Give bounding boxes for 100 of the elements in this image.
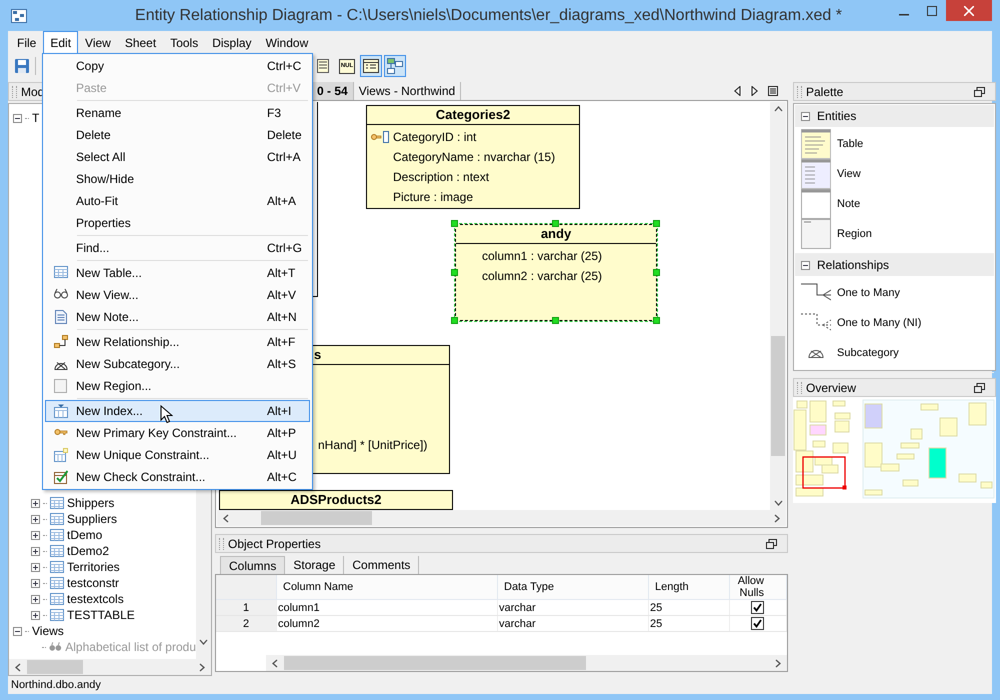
scroll-right-icon[interactable] <box>775 658 781 668</box>
expand-icon[interactable] <box>31 594 40 604</box>
expand-icon[interactable] <box>31 498 40 508</box>
menu-item[interactable]: File <box>10 31 44 53</box>
resize-handle[interactable] <box>451 220 458 227</box>
palette-item[interactable]: Table <box>837 138 864 150</box>
restore-icon[interactable] <box>766 538 777 548</box>
resize-handle[interactable] <box>451 268 458 276</box>
collapse-icon[interactable] <box>13 626 22 636</box>
palette-item[interactable]: View <box>837 168 861 180</box>
connector-icon <box>54 335 68 349</box>
menu-item[interactable]: Display <box>205 31 259 53</box>
scroll-left-icon[interactable] <box>15 662 21 672</box>
entity-box[interactable]: andy column1 : varchar (25) column2 : varchar (25) <box>455 224 657 321</box>
diagram-icon <box>387 58 403 74</box>
expand-icon[interactable] <box>31 530 40 540</box>
menu-item[interactable]: Sheet <box>118 31 164 53</box>
next-icon[interactable] <box>751 86 758 96</box>
scroll-up-icon[interactable] <box>774 106 782 112</box>
resize-handle[interactable] <box>653 220 660 227</box>
table-button[interactable] <box>360 55 382 77</box>
menu-item[interactable]: Delete Delete <box>45 124 310 146</box>
table-icon <box>50 545 64 557</box>
menu-item[interactable]: Rename F3 <box>45 102 310 124</box>
menu-item[interactable]: New Table... Alt+T <box>45 262 310 284</box>
previous-icon[interactable] <box>734 86 741 96</box>
tree-item[interactable]: Shippers <box>67 496 114 510</box>
tree-item[interactable]: Suppliers <box>67 512 118 526</box>
menu-item[interactable]: Copy Ctrl+C <box>45 55 310 77</box>
menu-item[interactable]: Edit <box>43 31 78 53</box>
tree-item[interactable]: tDemo2 <box>67 544 110 558</box>
scroll-left-icon[interactable] <box>223 514 229 522</box>
entity-box[interactable]: ADSProducts2 <box>219 490 453 510</box>
palette-item[interactable]: Subcategory <box>837 347 899 359</box>
scroll-down-icon[interactable] <box>774 500 782 506</box>
list-icon <box>315 58 331 74</box>
scroll-right-icon[interactable] <box>774 514 780 522</box>
column-header[interactable]: Length <box>648 575 730 600</box>
close-icon <box>964 6 974 16</box>
palette-item[interactable]: One to Many (NI) <box>837 317 922 329</box>
menu-item[interactable]: View <box>78 31 118 53</box>
palette-item[interactable]: One to Many <box>837 287 900 299</box>
column-header[interactable]: Data Type <box>498 575 648 600</box>
menu-item[interactable]: New Index... Alt+I <box>45 400 310 422</box>
menu-item[interactable]: New View... Alt+V <box>45 284 310 306</box>
menu-item[interactable]: Properties <box>45 212 310 234</box>
column-header[interactable]: Allow Nulls <box>730 575 786 600</box>
close-button[interactable] <box>946 0 992 21</box>
tree-item[interactable]: testextcols <box>67 592 124 606</box>
expand-icon[interactable] <box>31 514 40 524</box>
expand-icon[interactable] <box>31 546 40 556</box>
collapse-icon[interactable] <box>801 260 810 270</box>
menu-item[interactable]: Tools <box>163 31 206 53</box>
tree-item[interactable]: testconstr <box>67 576 120 590</box>
tree-item[interactable]: tDemo <box>67 528 102 542</box>
tree-item[interactable]: Views <box>32 624 64 638</box>
column-header[interactable]: Column Name <box>276 575 498 600</box>
tree-item[interactable]: T <box>32 111 40 125</box>
menu-item[interactable]: Select All Ctrl+A <box>45 146 310 168</box>
scroll-left-icon[interactable] <box>272 658 278 668</box>
diagram-button[interactable] <box>384 55 406 77</box>
tab[interactable]: Columns <box>220 556 286 574</box>
row-number: 1 <box>216 600 276 616</box>
menu-item[interactable]: Show/Hide <box>45 168 310 190</box>
resize-handle[interactable] <box>552 220 559 227</box>
tree-item[interactable]: TESTTABLE <box>67 608 135 622</box>
entity-title: Categories2 <box>367 106 579 125</box>
expand-icon[interactable] <box>31 578 40 588</box>
scroll-right-icon[interactable] <box>199 662 205 672</box>
region-icon <box>54 379 68 393</box>
table-icon <box>50 497 64 509</box>
entity-box[interactable]: Categories2 CategoryID : int CategoryName : nvarchar (15) Description : ntext Picture : image <box>366 105 580 209</box>
scrollbar[interactable] <box>266 655 787 671</box>
expand-icon[interactable] <box>31 610 40 620</box>
checkbox[interactable] <box>751 601 764 614</box>
menu-item[interactable]: New Note... Alt+N <box>45 306 310 328</box>
group-header[interactable]: Entities <box>817 109 856 123</box>
collapse-icon[interactable] <box>13 114 22 122</box>
scroll-down-icon[interactable] <box>199 639 208 645</box>
resize-handle[interactable] <box>552 317 559 324</box>
scrollbar[interactable] <box>217 510 786 526</box>
palette-item[interactable]: Region <box>837 228 872 240</box>
menu-item[interactable]: Auto-Fit Alt+A <box>45 190 310 212</box>
collapse-icon[interactable] <box>801 112 810 120</box>
tree-item[interactable]: Territories <box>67 560 120 574</box>
resize-handle[interactable] <box>451 317 458 324</box>
resize-handle[interactable] <box>653 317 660 324</box>
restore-icon[interactable] <box>974 382 985 392</box>
checkbox[interactable] <box>751 617 764 630</box>
app-icon <box>11 8 27 22</box>
list-icon[interactable] <box>768 86 778 96</box>
menu-item[interactable]: Find... Ctrl+G <box>45 237 310 259</box>
expand-icon[interactable] <box>31 562 40 572</box>
dashed-one-to-many-icon <box>801 313 831 333</box>
scrollbar[interactable] <box>770 102 786 510</box>
palette-item[interactable]: Note <box>837 198 860 210</box>
restore-icon[interactable] <box>974 86 985 96</box>
resize-handle[interactable] <box>653 268 660 276</box>
menu-item[interactable]: Window <box>258 31 316 53</box>
scrollbar[interactable] <box>9 659 211 675</box>
